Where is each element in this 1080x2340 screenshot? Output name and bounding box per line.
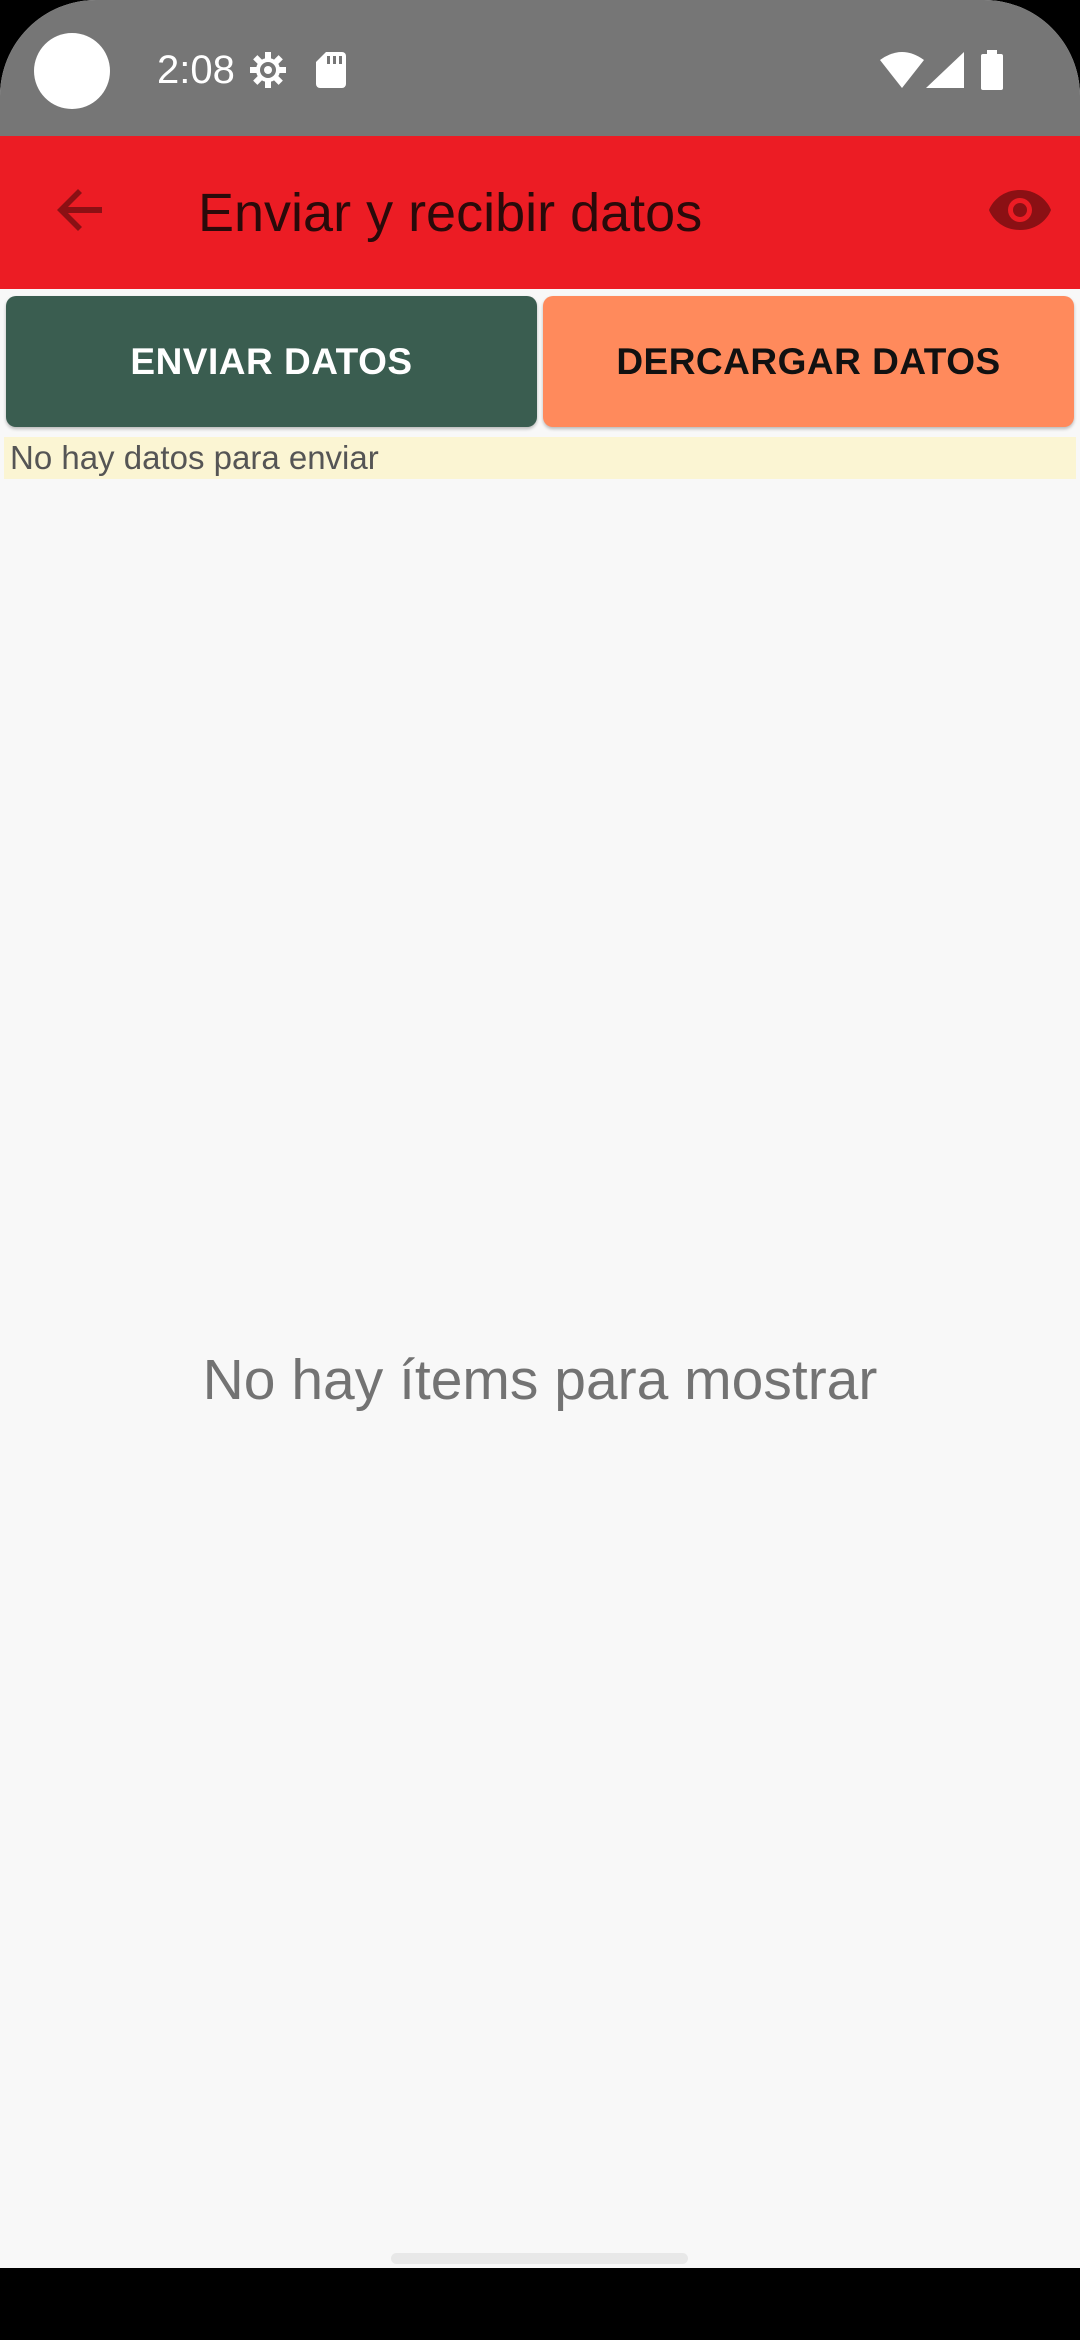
- app-bar: Enviar y recibir datos: [0, 136, 1080, 289]
- cellular-signal-icon: [926, 52, 964, 93]
- empty-list-message: No hay ítems para mostrar: [202, 1348, 878, 1412]
- app-screen: 2:08 Enviar y recibir datos ENVIAR DATOS…: [0, 0, 1080, 2340]
- visibility-button[interactable]: [980, 172, 1060, 252]
- camera-cutout: [34, 33, 110, 109]
- settings-gear-icon: [248, 50, 288, 95]
- download-data-button[interactable]: DERCARGAR DATOS: [543, 296, 1074, 427]
- home-gesture-handle[interactable]: [391, 2253, 688, 2264]
- battery-icon: [981, 50, 1003, 95]
- no-data-notice: No hay datos para enviar: [4, 437, 1076, 479]
- navigation-bar: [0, 2268, 1080, 2340]
- status-bar: 2:08: [0, 0, 1080, 136]
- page-title: Enviar y recibir datos: [198, 183, 703, 243]
- sd-card-icon: [316, 52, 346, 93]
- back-button[interactable]: [40, 172, 120, 252]
- arrow-back-icon: [54, 184, 106, 241]
- status-time: 2:08: [157, 48, 235, 92]
- eye-icon: [988, 188, 1052, 237]
- send-data-button[interactable]: ENVIAR DATOS: [6, 296, 537, 427]
- wifi-icon: [880, 52, 924, 93]
